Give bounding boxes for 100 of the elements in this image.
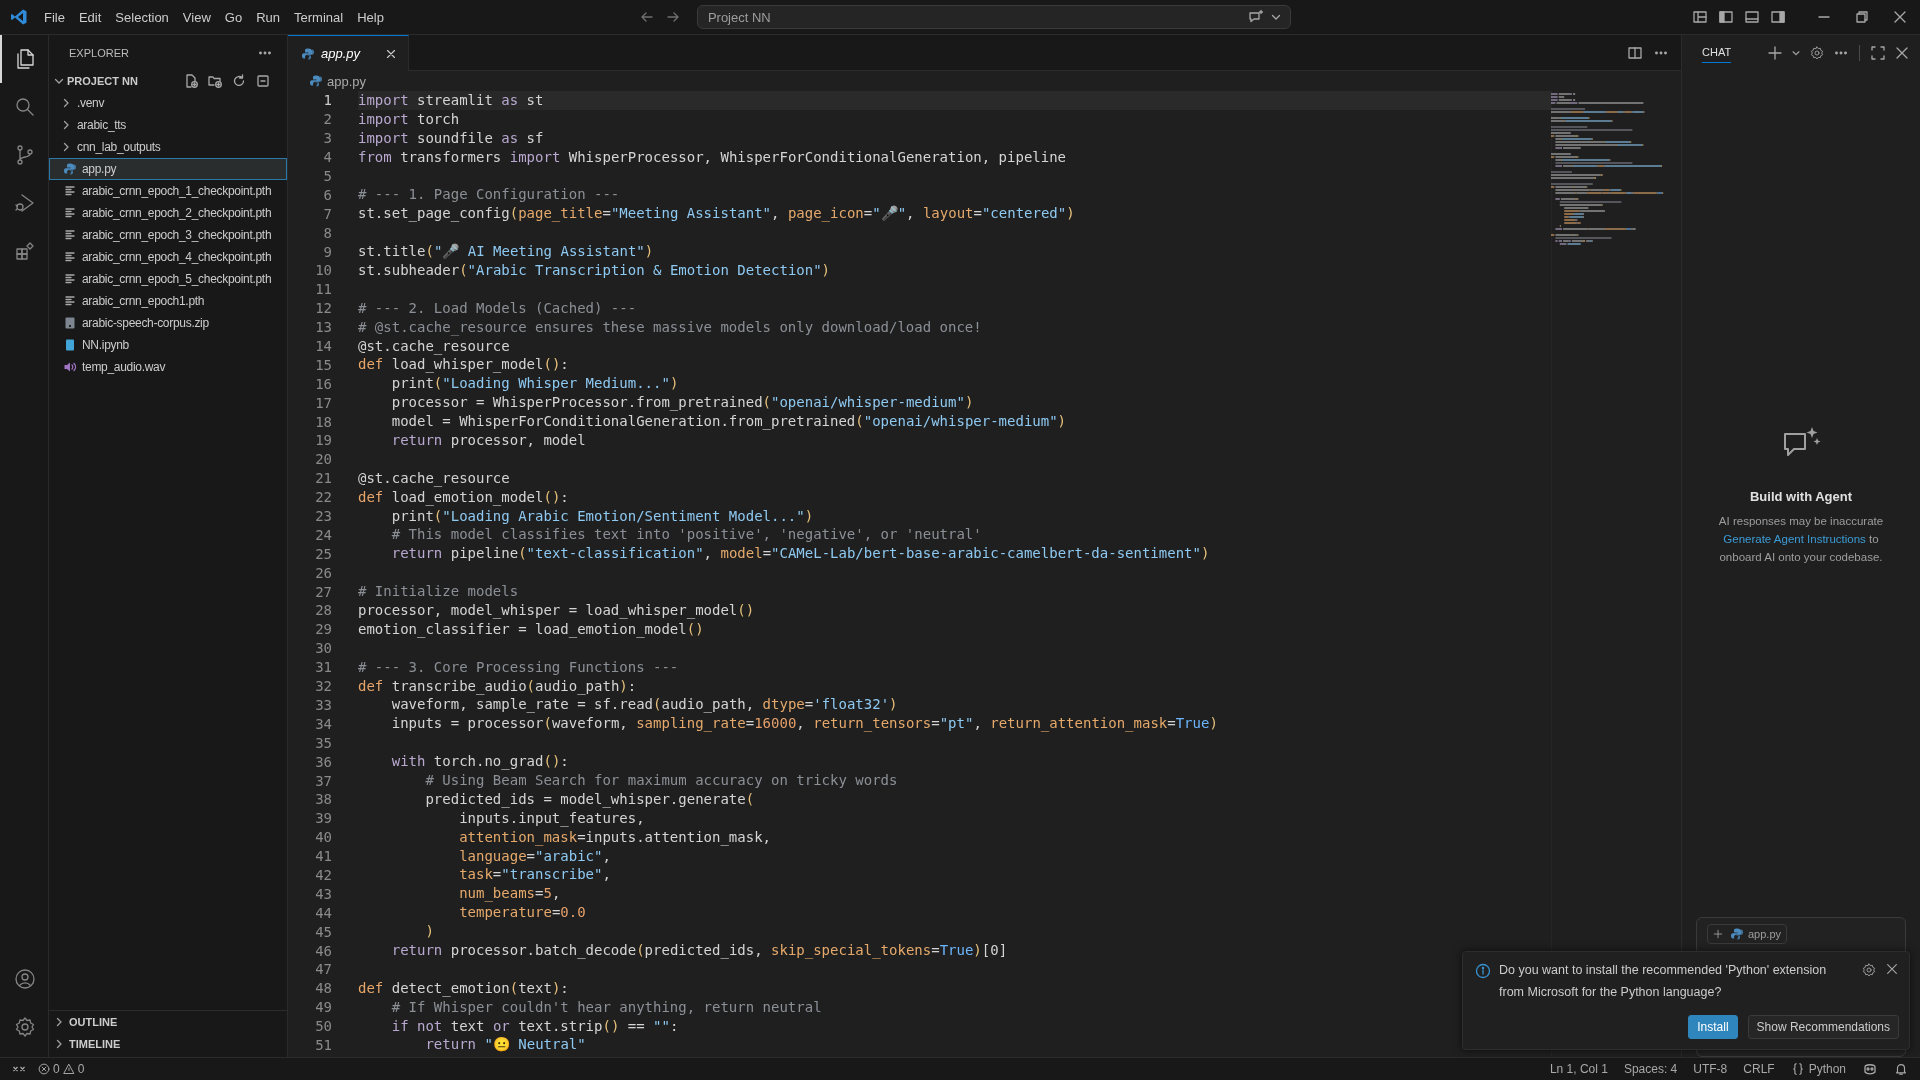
menu-item[interactable]: Edit — [72, 5, 108, 29]
recommendations-button[interactable]: Show Recommendations — [1747, 1015, 1899, 1039]
section-header[interactable]: TIMELINE — [69, 1038, 121, 1050]
line-number: 33 — [314, 696, 332, 713]
line-number: 4 — [322, 149, 332, 166]
error-icon — [38, 1063, 50, 1075]
code-line: emotion_classifier = load_emotion_model() — [358, 619, 704, 639]
copilot-icon[interactable] — [1862, 1061, 1878, 1077]
new-file-icon[interactable] — [183, 73, 199, 89]
file-name: arabic_crnn_epoch_5_checkpoint.pth — [82, 272, 272, 286]
account-icon[interactable] — [13, 967, 37, 991]
menu-item[interactable]: Run — [250, 5, 286, 29]
code-line: waveform, sample_rate = sf.read(audio_path, dtype='float32') — [390, 695, 898, 715]
section-header[interactable]: OUTLINE — [69, 1016, 118, 1028]
file-tree-item[interactable]: NN.ipynb — [49, 334, 287, 356]
toggle-sidebar-icon[interactable] — [1718, 9, 1734, 25]
code-line: # If Whisper couldn't hear anything, return neutral — [390, 997, 822, 1017]
maximize-icon[interactable] — [1870, 44, 1886, 61]
code-line: attention_mask=inputs.attention_mask, — [458, 827, 772, 847]
file-tree-item[interactable]: arabic_crnn_epoch_5_checkpoint.pth — [49, 268, 287, 290]
line-number: 10 — [314, 262, 332, 279]
problems-indicator[interactable]: 0 0 — [38, 1062, 85, 1076]
file-tree-item[interactable]: arabic_crnn_epoch_3_checkpoint.pth — [49, 224, 287, 246]
close-icon[interactable] — [1885, 962, 1899, 976]
chat-tab[interactable]: CHAT — [1702, 42, 1732, 63]
file-name: cnn_lab_outputs — [77, 140, 161, 154]
status-item[interactable]: Spaces: 4 — [1623, 1062, 1678, 1076]
line-number: 29 — [314, 621, 332, 638]
line-number: 32 — [314, 678, 332, 695]
settings-icon[interactable] — [1861, 962, 1877, 978]
file-tree-item[interactable]: cnn_lab_outputs — [49, 136, 287, 158]
plus-icon[interactable] — [1767, 44, 1783, 61]
file-name: app.py — [82, 162, 117, 176]
code-line: @st.cache_resource — [358, 468, 510, 488]
line-number: 1 — [322, 92, 332, 109]
file-tree-item[interactable]: arabic_crnn_epoch1.pth — [49, 290, 287, 312]
toggle-secondary-sidebar-icon[interactable] — [1770, 9, 1786, 25]
code-line: inputs.input_features, — [458, 808, 645, 828]
line-number: 13 — [314, 319, 332, 336]
code-line: import soundfile as sf — [358, 128, 544, 148]
line-number: 30 — [314, 640, 332, 657]
line-number: 23 — [314, 508, 332, 525]
file-tree-item[interactable]: arabic_crnn_epoch_1_checkpoint.pth — [49, 180, 287, 202]
restore-icon[interactable] — [1854, 9, 1870, 25]
python-icon — [309, 74, 323, 88]
breadcrumb-item[interactable]: app.py — [327, 73, 367, 89]
code-line: with torch.no_grad(): — [390, 752, 569, 772]
python-icon — [63, 162, 77, 176]
file-name: arabic_crnn_epoch_2_checkpoint.pth — [82, 206, 272, 220]
split-editor-icon[interactable] — [1627, 44, 1643, 61]
file-name: arabic_crnn_epoch_1_checkpoint.pth — [82, 184, 272, 198]
folder-title[interactable]: PROJECT NN — [67, 75, 181, 87]
file-name: temp_audio.wav — [82, 360, 166, 374]
file-tree-item[interactable]: arabic_tts — [49, 114, 287, 136]
file-name: arabic_tts — [77, 118, 127, 132]
code-line: from transformers import WhisperProcessor, WhisperForConditionalGeneration, pipeline — [358, 147, 1067, 167]
layout-icon[interactable] — [1692, 9, 1708, 25]
line-number: 5 — [322, 168, 332, 184]
menu-item[interactable]: Terminal — [288, 5, 350, 29]
status-item[interactable]: UTF-8 — [1693, 1062, 1728, 1076]
instructions-link[interactable]: Generate Agent Instructions — [1723, 533, 1866, 545]
editor-tab[interactable]: app.py — [288, 35, 410, 71]
line-number: 39 — [314, 810, 332, 827]
close-icon[interactable] — [1892, 9, 1908, 25]
new-folder-icon[interactable] — [207, 73, 223, 89]
menu-item[interactable]: Selection — [109, 5, 175, 29]
line-number: 46 — [314, 942, 332, 959]
settings-icon[interactable] — [1809, 44, 1825, 61]
refresh-icon[interactable] — [231, 73, 247, 89]
code-line: # --- 1. Page Configuration --- — [358, 185, 620, 205]
language-mode[interactable]: Python — [1808, 1062, 1846, 1076]
settings-icon[interactable] — [13, 1015, 37, 1039]
chat-sparkle-icon[interactable] — [1247, 9, 1264, 25]
code-line: @st.cache_resource — [358, 336, 510, 356]
status-item[interactable]: Ln 1, Col 1 — [1549, 1062, 1608, 1076]
line-number: 35 — [314, 734, 332, 751]
file-tree-item[interactable]: .venv — [49, 92, 287, 114]
menu-item[interactable]: Help — [351, 5, 390, 29]
bell-icon[interactable] — [1894, 1062, 1908, 1076]
line-number: 49 — [314, 999, 332, 1016]
collapse-all-icon[interactable] — [255, 73, 271, 89]
menu-item[interactable]: Go — [218, 5, 249, 29]
menu-item[interactable]: View — [176, 5, 217, 29]
file-tree-item[interactable]: app.py — [49, 158, 287, 180]
app-logo-icon — [10, 8, 28, 26]
file-tree-item[interactable]: arabic_crnn_epoch_4_checkpoint.pth — [49, 246, 287, 268]
install-button[interactable]: Install — [1688, 1015, 1738, 1039]
command-center[interactable]: Project NN — [696, 5, 1291, 29]
code-line: # @st.cache_resource ensures these massive models only download/load once! — [358, 317, 982, 337]
menu-item[interactable]: File — [38, 5, 71, 29]
line-number: 3 — [322, 130, 332, 147]
status-item[interactable]: CRLF — [1743, 1062, 1775, 1076]
file-tree-item[interactable]: temp_audio.wav — [49, 356, 287, 378]
file-tree-item[interactable]: arabic-speech-corpus.zip — [49, 312, 287, 334]
toggle-panel-icon[interactable] — [1744, 9, 1760, 25]
file-tree-item[interactable]: arabic_crnn_epoch_2_checkpoint.pth — [49, 202, 287, 224]
attachment-chip[interactable]: app.py — [1707, 924, 1788, 944]
line-number: 17 — [314, 394, 332, 411]
line-number: 41 — [314, 848, 332, 865]
code-line: # This model classifies text into 'positive', 'negative', or 'neutral' — [390, 525, 982, 545]
